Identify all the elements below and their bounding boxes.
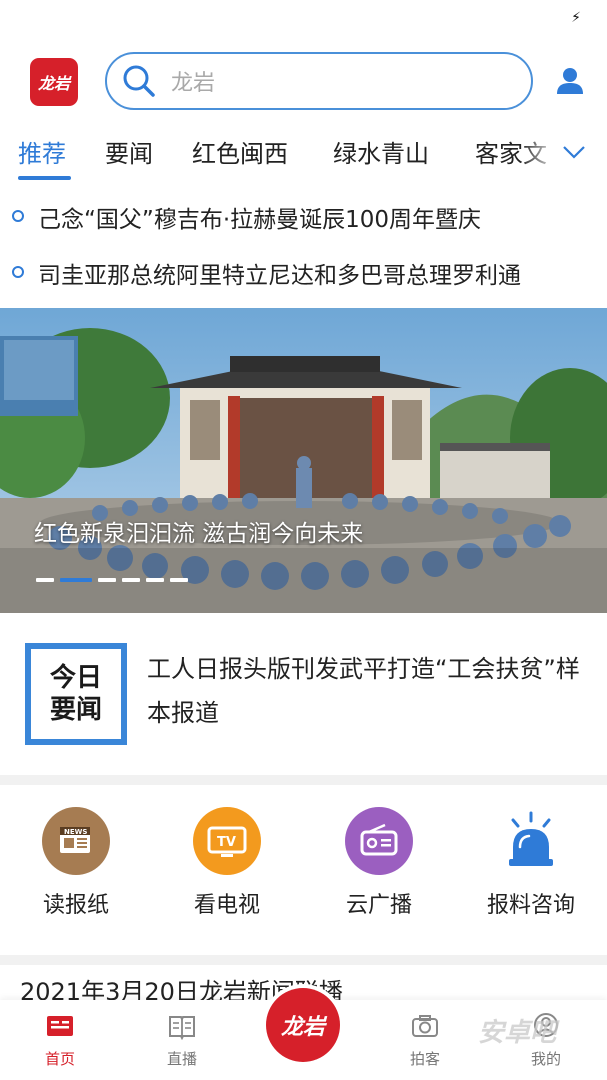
carousel-dot [98, 578, 116, 582]
svg-text:NEWS: NEWS [64, 828, 87, 836]
nav-paike[interactable]: 拍客 [385, 1012, 465, 1069]
alarm-light-icon [497, 807, 565, 875]
center-logo: 龙岩 [266, 988, 340, 1062]
search-bar[interactable]: 龙岩 [105, 52, 533, 110]
tv-icon: TV [193, 807, 261, 875]
service-label: 报料咨询 [486, 893, 575, 918]
status-bar: ⚡ [0, 0, 607, 40]
service-label: 看电视 [193, 893, 260, 918]
svg-text:TV: TV [217, 835, 236, 850]
service-label: 读报纸 [42, 893, 109, 918]
carousel-dot [146, 578, 164, 582]
tab-headlines[interactable]: 要闻 [105, 134, 153, 169]
today-news-headline: 工人日报头版刊发武平打造“工会扶贫”样本报道 [147, 655, 580, 727]
cloud-radio-button[interactable]: 云广播 [319, 807, 439, 919]
book-icon [169, 1016, 195, 1040]
search-placeholder: 龙岩 [171, 71, 216, 96]
report-consult-button[interactable]: 报料咨询 [471, 807, 591, 919]
badge-line: 今日 [49, 663, 102, 693]
header: 龙岩 龙岩 [0, 50, 607, 112]
today-news-card[interactable]: 今日 要闻 工人日报头版刊发武平打造“工会扶贫”样本报道 [0, 613, 607, 775]
user-icon[interactable] [555, 66, 585, 96]
tab-green-mountains[interactable]: 绿水青山 [333, 134, 429, 169]
today-news-badge: 今日 要闻 [25, 643, 127, 745]
carousel-dot [170, 578, 188, 582]
search-icon [123, 65, 155, 97]
service-label: 云广播 [345, 893, 412, 918]
ticker-item[interactable]: 司圭亚那总统阿里特立尼达和多巴哥总理罗利通 [0, 248, 607, 298]
bullet-icon [12, 210, 24, 222]
section-divider [0, 955, 607, 965]
bullet-icon [12, 266, 24, 278]
banner-image [0, 308, 607, 613]
nav-label: 直播 [166, 1050, 197, 1068]
nav-label: 首页 [44, 1050, 75, 1068]
nav-label: 拍客 [409, 1050, 440, 1068]
radio-icon [345, 807, 413, 875]
app-logo[interactable]: 龙岩 [30, 58, 78, 106]
charging-icon: ⚡ [571, 10, 581, 26]
read-newspaper-button[interactable]: NEWS 读报纸 [16, 807, 136, 919]
chevron-down-icon[interactable] [562, 142, 586, 162]
carousel-dot [122, 578, 140, 582]
nav-live[interactable]: 直播 [142, 1012, 222, 1069]
home-news-icon [47, 1016, 73, 1036]
carousel-dot [36, 578, 54, 582]
ticker-text: 己念“国父”穆吉布·拉赫曼诞辰100周年暨庆 [38, 207, 482, 233]
newspaper-icon: NEWS [42, 807, 110, 875]
tab-recommend[interactable]: 推荐 [18, 134, 66, 169]
nav-label: 我的 [530, 1050, 561, 1068]
nav-home[interactable]: 首页 [20, 1012, 100, 1069]
badge-line: 要闻 [49, 695, 102, 725]
active-tab-indicator [18, 176, 71, 180]
tab-red-minxi[interactable]: 红色闽西 [192, 134, 288, 169]
ticker-text: 司圭亚那总统阿里特立尼达和多巴哥总理罗利通 [38, 263, 521, 289]
carousel-dot-active [60, 578, 92, 582]
banner-carousel[interactable]: 红色新泉汩汩流 滋古润今向未来 [0, 308, 607, 613]
ticker-item[interactable]: 己念“国父”穆吉布·拉赫曼诞辰100周年暨庆 [0, 192, 607, 242]
tabs-fade [520, 128, 560, 182]
section-divider [0, 775, 607, 785]
bottom-nav: 首页 直播 龙岩 拍客 我的 安卓吧 [0, 984, 607, 1080]
category-tabs: 推荐 要闻 红色闽西 绿水青山 客家文 [0, 128, 607, 182]
carousel-indicator [36, 578, 188, 582]
camera-icon [412, 1015, 438, 1037]
banner-caption: 红色新泉汩汩流 滋古润今向未来 [34, 521, 364, 547]
logo-center-button[interactable]: 龙岩 [262, 984, 344, 1066]
service-shortcuts: NEWS 读报纸 TV 看电视 云广播 报料咨询 [0, 785, 607, 955]
watermark-logo: 安卓吧 [478, 1018, 557, 1048]
watch-tv-button[interactable]: TV 看电视 [167, 807, 287, 919]
